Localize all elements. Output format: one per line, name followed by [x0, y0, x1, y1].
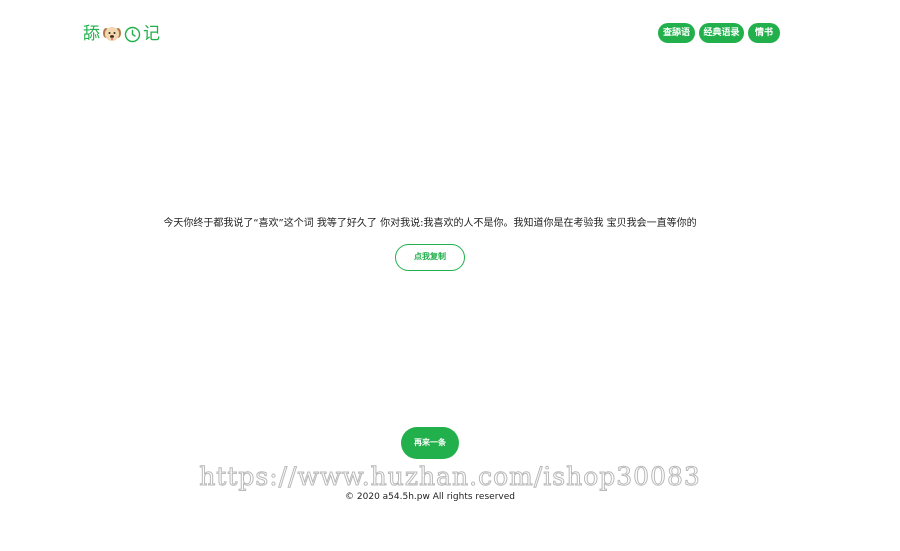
copy-button[interactable]: 点我复制	[395, 244, 465, 271]
nav-lick-quotes-button[interactable]: 查舔语	[658, 23, 695, 43]
clock-icon	[124, 26, 141, 43]
watermark-text: https://www.huzhan.com/ishop30083	[199, 462, 701, 492]
top-nav: 查舔语 经典语录 情书	[658, 23, 780, 43]
footer-copyright: © 2020 a54.5h.pw All rights reserved	[345, 492, 515, 502]
logo-text-suffix: 记	[143, 24, 160, 44]
quote-text: 今天你终于都我说了“喜欢”这个词 我等了好久了 你对我说:我喜欢的人不是你。我知…	[163, 218, 697, 229]
site-logo[interactable]: 舔 记	[83, 23, 160, 45]
nav-classic-quotes-button[interactable]: 经典语录	[699, 23, 744, 43]
page: 舔 记 查舔语 经典语录 情书 今天你终于都我说了“喜欢”这个词 我等了好久了 …	[0, 0, 900, 551]
nav-love-letter-button[interactable]: 情书	[748, 23, 780, 43]
logo-text-prefix: 舔	[83, 24, 100, 44]
next-quote-button[interactable]: 再来一条	[401, 427, 459, 459]
dog-face-icon	[102, 24, 122, 44]
